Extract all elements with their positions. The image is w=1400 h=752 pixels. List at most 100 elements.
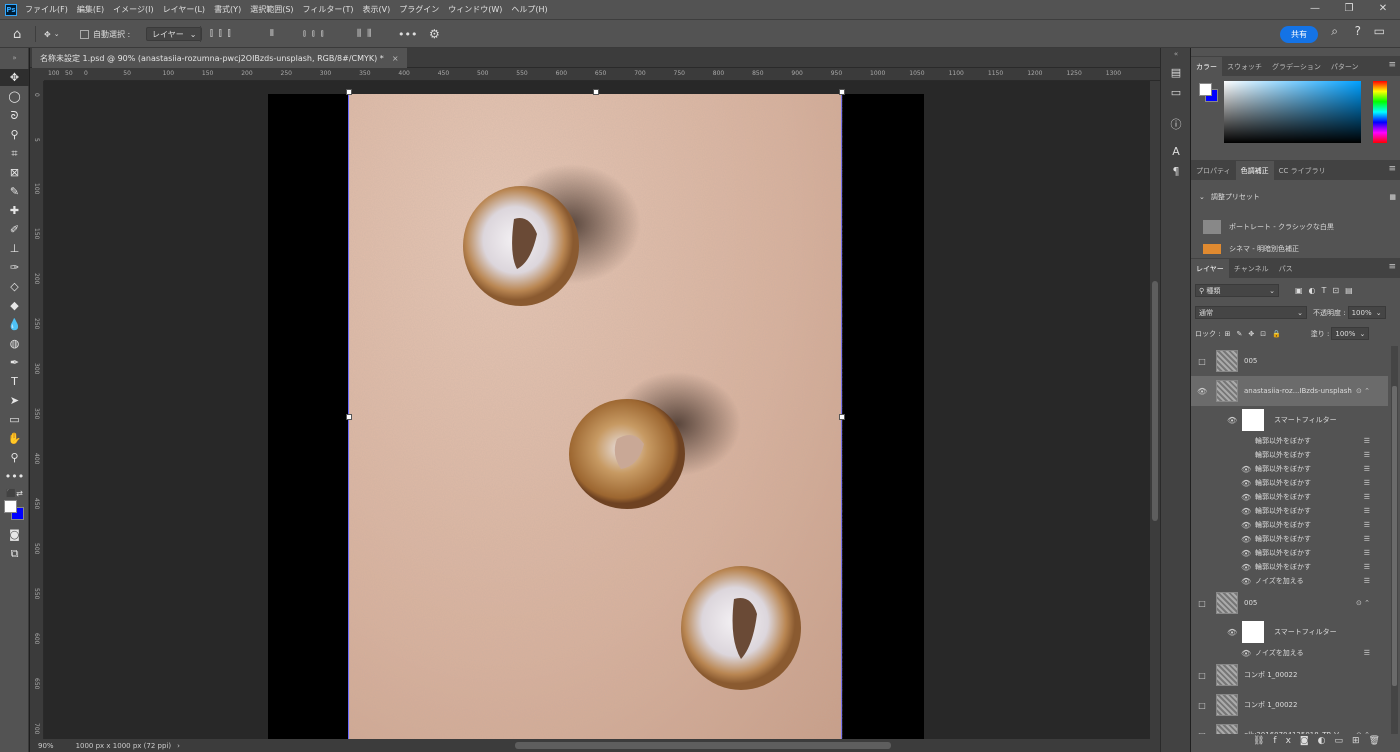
menu-item[interactable]: ウィンドウ(W) [448, 4, 502, 15]
hue-slider[interactable] [1373, 81, 1387, 143]
filter-row[interactable]: 👁 輪郭以外をぼかす ☰ [1191, 462, 1388, 476]
workspace-icon[interactable]: ▭ [1374, 24, 1385, 38]
grid-view-icon[interactable]: ▦ [1389, 193, 1396, 201]
frame-tool-icon[interactable]: ⊠ [0, 164, 29, 181]
share-button[interactable]: 共有 [1280, 26, 1318, 43]
edit-toolbar-icon[interactable]: ••• [0, 468, 29, 485]
auto-select-toggle[interactable]: 自動選択 : [80, 20, 130, 48]
menu-item[interactable]: フィルター(T) [303, 4, 354, 15]
panel-tab[interactable]: グラデーション [1267, 57, 1326, 76]
document-tab[interactable]: 名称未設定 1.psd @ 90% (anastasiia-rozumna-pw… [32, 48, 407, 68]
type-tool-icon[interactable]: T [0, 373, 29, 390]
filter-row[interactable]: 👁 ノイズを加える ☰ [1191, 646, 1388, 660]
dodge-tool-icon[interactable]: ◍ [0, 335, 29, 352]
screen-mode-icon[interactable]: ⧉ [0, 545, 29, 562]
auto-select-target-dropdown[interactable]: レイヤー ⌄ [146, 27, 203, 41]
panel-tab[interactable]: CC ライブラリ [1274, 161, 1331, 180]
visibility-eye-icon[interactable]: 👁 [1241, 535, 1251, 544]
panel-menu-icon[interactable]: ≡ [1388, 262, 1396, 272]
brush-tool-icon[interactable]: ✐ [0, 221, 29, 238]
panel-tab[interactable]: カラー [1191, 57, 1222, 76]
auto-select-checkbox[interactable] [80, 29, 89, 39]
visibility-eye-icon[interactable]: □ [1197, 599, 1207, 608]
align-buttons[interactable]: ⫿⫿⫿ [210, 20, 237, 48]
3d-mode-gear-icon[interactable]: ⚙ [429, 20, 440, 48]
path-select-tool-icon[interactable]: ➤ [0, 392, 29, 409]
home-icon[interactable]: ⌂ [13, 20, 21, 48]
hand-tool-icon[interactable]: ✋ [0, 430, 29, 447]
filter-options-icon[interactable]: ☰ [1364, 649, 1370, 657]
filter-row[interactable]: 👁 輪郭以外をぼかす ☰ [1191, 546, 1388, 560]
layer-row[interactable]: □ elly20160704125018_TP_V ⊙ ⌃ [1191, 720, 1388, 734]
canvas-area[interactable] [44, 81, 1150, 739]
paint-bucket-tool-icon[interactable]: ◆ [0, 297, 29, 314]
distribute-vertical-buttons[interactable]: ⫼⫼ [357, 20, 377, 48]
panel-menu-icon[interactable]: ≡ [1388, 60, 1396, 70]
transform-handle[interactable] [839, 89, 845, 95]
filter-options-icon[interactable]: ☰ [1364, 521, 1370, 529]
filter-row[interactable]: 輪郭以外をぼかす ☰ [1191, 434, 1388, 448]
horizontal-scrollbar[interactable] [515, 742, 891, 749]
filter-options-icon[interactable]: ☰ [1364, 507, 1370, 515]
filter-options-icon[interactable]: ☰ [1364, 465, 1370, 473]
search-icon[interactable]: ⌕ [1331, 24, 1338, 39]
align-vertical-buttons[interactable]: ⫾⫾⫾ [303, 20, 330, 48]
menu-item[interactable]: 表示(V) [363, 4, 391, 15]
filter-options-icon[interactable]: ☰ [1364, 437, 1370, 445]
menu-item[interactable]: ファイル(F) [25, 4, 68, 15]
paragraph-icon[interactable]: ¶ [1161, 165, 1191, 178]
panel-tab[interactable]: プロパティ [1191, 161, 1236, 180]
preset-item[interactable]: シネマ - 明暗別色補正 [1203, 244, 1400, 254]
panel-tab[interactable]: スウォッチ [1222, 57, 1267, 76]
smart-filter-row[interactable]: 👁 スマートフィルター [1191, 406, 1388, 434]
status-arrow-icon[interactable]: › [177, 742, 180, 750]
comments-icon[interactable]: ▭ [1161, 86, 1191, 99]
layer-row[interactable]: □ 005 [1191, 346, 1388, 376]
menu-item[interactable]: レイヤー(L) [163, 4, 205, 15]
minimize-icon[interactable]: — [1298, 0, 1332, 19]
pen-tool-icon[interactable]: ✒ [0, 354, 29, 371]
menu-item[interactable]: イメージ(I) [113, 4, 153, 15]
layer-row[interactable]: □ コンポ 1_00022 [1191, 690, 1388, 720]
visibility-eye-icon[interactable]: 👁 [1241, 507, 1251, 516]
menu-item[interactable]: 書式(Y) [214, 4, 241, 15]
panel-tab[interactable]: パス [1274, 259, 1298, 278]
visibility-eye-icon[interactable]: □ [1197, 357, 1207, 366]
visibility-eye-icon[interactable]: 👁 [1241, 521, 1251, 530]
filter-options-icon[interactable]: ☰ [1364, 549, 1370, 557]
filter-row[interactable]: 👁 輪郭以外をぼかす ☰ [1191, 532, 1388, 546]
transform-handle[interactable] [593, 89, 599, 95]
menu-item[interactable]: プラグイン [399, 4, 439, 15]
info-icon[interactable]: ⓘ [1161, 116, 1191, 132]
filter-row[interactable]: 👁 輪郭以外をぼかす ☰ [1191, 490, 1388, 504]
visibility-eye-icon[interactable]: □ [1197, 731, 1207, 735]
filter-row[interactable]: 👁 輪郭以外をぼかす ☰ [1191, 560, 1388, 574]
visibility-eye-icon[interactable]: □ [1197, 701, 1207, 710]
filter-options-icon[interactable]: ☰ [1364, 563, 1370, 571]
filter-row[interactable]: 輪郭以外をぼかす ☰ [1191, 448, 1388, 462]
history-brush-tool-icon[interactable]: ✑ [0, 259, 29, 276]
opacity-input[interactable]: 100% ⌄ [1347, 306, 1386, 319]
visibility-eye-icon[interactable]: 👁 [1241, 493, 1251, 502]
menu-item[interactable]: 選択範囲(S) [250, 4, 293, 15]
filter-row[interactable]: 👁 輪郭以外をぼかす ☰ [1191, 476, 1388, 490]
filter-options-icon[interactable]: ☰ [1364, 577, 1370, 585]
blend-mode-dropdown[interactable]: 通常 ⌄ [1195, 306, 1307, 319]
layer-footer-buttons[interactable]: ⛓fx◙◐▭⊞🗑 [1253, 736, 1400, 746]
visibility-eye-icon[interactable]: 👁 [1227, 416, 1237, 425]
fill-input[interactable]: 100% ⌄ [1331, 327, 1370, 340]
crop-tool-icon[interactable]: ⌗ [0, 145, 29, 162]
visibility-eye-icon[interactable]: 👁 [1227, 628, 1237, 637]
preset-item[interactable]: ポートレート - クラシックな白黒 [1203, 220, 1400, 234]
zoom-level[interactable]: 90% [38, 742, 54, 750]
visibility-eye-icon[interactable]: □ [1197, 671, 1207, 680]
visibility-eye-icon[interactable]: 👁 [1241, 577, 1251, 586]
layer-row[interactable]: □ 005 ⊙ ⌃ [1191, 588, 1388, 618]
filter-options-icon[interactable]: ☰ [1364, 535, 1370, 543]
filter-options-icon[interactable]: ☰ [1364, 493, 1370, 501]
visibility-eye-icon[interactable]: 👁 [1241, 465, 1251, 474]
lock-icons[interactable]: ⊞✎✥⊡🔒 [1225, 330, 1287, 338]
transform-handle[interactable] [839, 414, 845, 420]
more-options-icon[interactable]: ••• [398, 20, 417, 48]
foreground-color-swatch[interactable] [4, 500, 17, 513]
